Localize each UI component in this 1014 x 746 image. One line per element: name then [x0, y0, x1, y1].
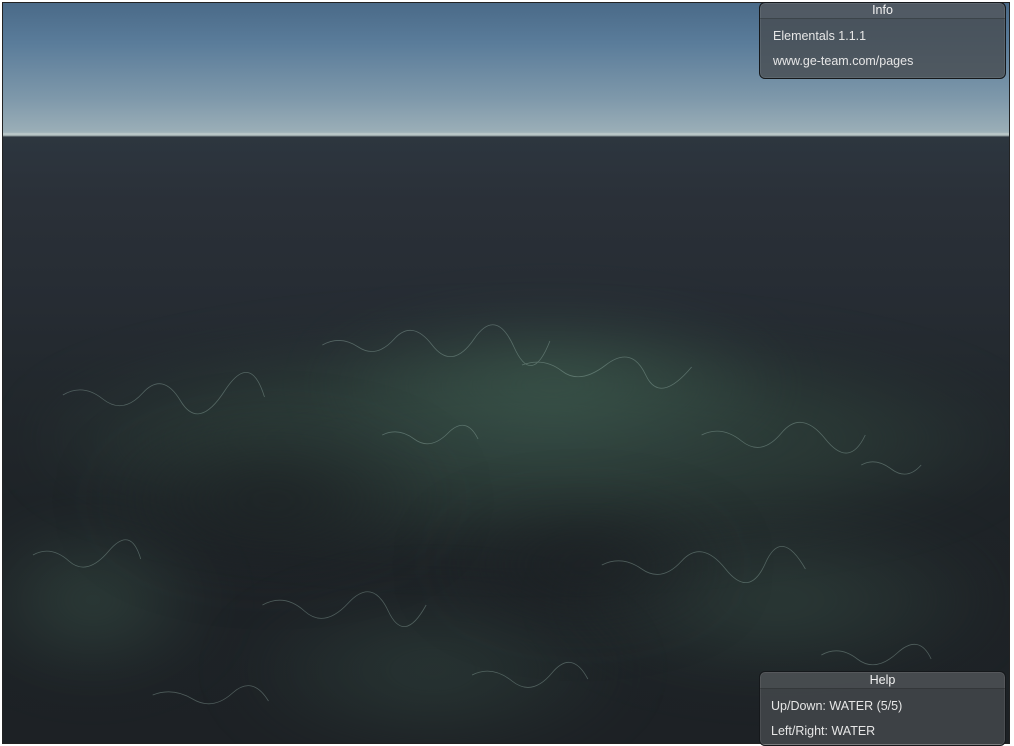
- help-panel: Help Up/Down: WATER (5/5) Left/Right: WA…: [759, 671, 1006, 746]
- water-caustics: [32, 324, 932, 705]
- info-panel: Info Elementals 1.1.1 www.ge-team.com/pa…: [759, 2, 1006, 79]
- version-label: Elementals 1.1.1: [773, 29, 867, 43]
- ocean-surface: [3, 135, 1009, 743]
- left-right-control-label: Left/Right: WATER: [771, 724, 876, 738]
- help-panel-title: Help: [760, 672, 1005, 689]
- up-down-control-label: Up/Down: WATER (5/5): [771, 699, 903, 713]
- info-panel-title: Info: [760, 3, 1005, 19]
- website-label: www.ge-team.com/pages: [773, 54, 914, 68]
- game-viewport[interactable]: [2, 2, 1010, 744]
